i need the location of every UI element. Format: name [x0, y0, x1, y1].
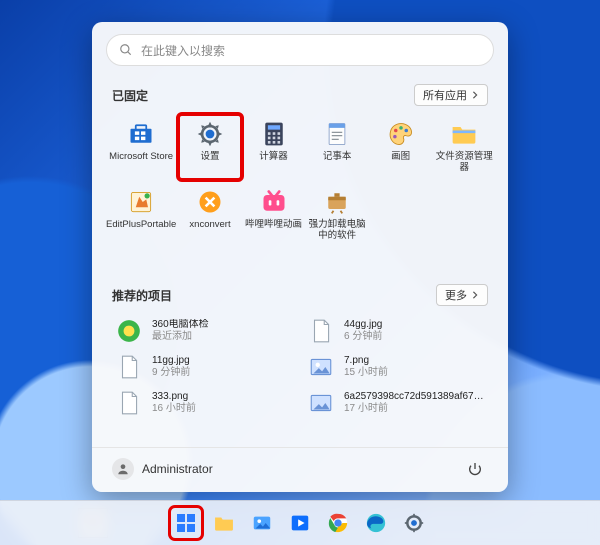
start-menu: 在此键入以搜索 已固定 所有应用 Microsoft Store 设置 计算器: [92, 22, 508, 492]
xnconvert-icon: [196, 188, 224, 216]
taskbar-movies[interactable]: [285, 508, 315, 538]
movies-icon: [289, 512, 311, 534]
chevron-right-icon: [471, 91, 479, 99]
start-footer: Administrator: [92, 447, 508, 492]
app-xnconvert[interactable]: xnconvert: [178, 182, 242, 248]
pinned-apps-grid: Microsoft Store 设置 计算器 记事本 画图: [92, 114, 508, 248]
settings-icon: [196, 120, 224, 148]
taskbar-chrome[interactable]: [323, 508, 353, 538]
ms-store-icon: [127, 120, 155, 148]
app-notepad[interactable]: 记事本: [305, 114, 369, 180]
more-button[interactable]: 更多: [436, 284, 488, 306]
reco-item-333png[interactable]: 333.png16 小时前: [114, 388, 290, 418]
paint-icon: [387, 120, 415, 148]
app-label: 文件资源管理器: [432, 152, 496, 174]
app-label: 哔哩哔哩动画: [243, 220, 304, 231]
reco-item-44gg[interactable]: 44gg.jpg6 分钟前: [306, 316, 486, 346]
reco-item-360[interactable]: 360电脑体检最近添加: [114, 316, 290, 346]
image-thumb-icon: [308, 390, 334, 416]
app-label: 计算器: [257, 152, 290, 163]
calculator-icon: [260, 120, 288, 148]
more-label: 更多: [445, 287, 467, 303]
image-file-icon: [116, 390, 142, 416]
reco-title: 333.png: [152, 391, 196, 404]
reco-sub: 17 小时前: [344, 403, 484, 416]
taskbar-file-explorer[interactable]: [209, 508, 239, 538]
windows-icon: [176, 513, 196, 533]
notepad-icon: [323, 120, 351, 148]
reco-title: 11gg.jpg: [152, 355, 190, 368]
uninstaller-icon: [323, 188, 351, 216]
reco-sub: 15 小时前: [344, 367, 388, 380]
taskbar-settings[interactable]: [399, 508, 429, 538]
reco-item-7png[interactable]: 7.png15 小时前: [306, 352, 486, 382]
taskbar-edge[interactable]: [361, 508, 391, 538]
reco-title: 44gg.jpg: [344, 319, 382, 332]
reco-sub: 16 小时前: [152, 403, 196, 416]
edge-icon: [365, 512, 387, 534]
pinned-heading: 已固定: [112, 87, 148, 104]
reco-sub: 9 分钟前: [152, 367, 190, 380]
app-label: 设置: [199, 152, 222, 163]
app-calculator[interactable]: 计算器: [242, 114, 306, 180]
app-label: 记事本: [321, 152, 354, 163]
reco-sub: 6 分钟前: [344, 331, 382, 344]
app-label: Microsoft Store: [107, 152, 175, 163]
user-button[interactable]: Administrator: [112, 458, 213, 480]
360-icon: [116, 318, 142, 344]
app-uninstaller[interactable]: 强力卸载电脑中的软件: [305, 182, 369, 248]
editplus-icon: [127, 188, 155, 216]
reco-sub: 最近添加: [152, 331, 209, 344]
recommended-header: 推荐的项目 更多: [92, 248, 508, 314]
reco-title: 360电脑体检: [152, 319, 209, 332]
gear-icon: [404, 513, 424, 533]
taskbar: [0, 500, 600, 545]
reco-item-longhash[interactable]: 6a2579398cc72d591389af679703f3...17 小时前: [306, 388, 486, 418]
app-label: EditPlusPortable: [104, 220, 178, 231]
image-file-icon: [116, 354, 142, 380]
reco-title: 6a2579398cc72d591389af679703f3...: [344, 391, 484, 404]
bilibili-icon: [260, 188, 288, 216]
app-microsoft-store[interactable]: Microsoft Store: [104, 114, 178, 180]
all-apps-label: 所有应用: [423, 87, 467, 103]
app-settings[interactable]: 设置: [178, 114, 242, 180]
folder-icon: [213, 512, 235, 534]
app-paint[interactable]: 画图: [369, 114, 433, 180]
avatar-icon: [112, 458, 134, 480]
app-label: 画图: [389, 152, 412, 163]
search-placeholder: 在此键入以搜索: [141, 42, 225, 59]
all-apps-button[interactable]: 所有应用: [414, 84, 488, 106]
app-file-explorer[interactable]: 文件资源管理器: [432, 114, 496, 180]
power-button[interactable]: [462, 456, 488, 482]
user-name: Administrator: [142, 462, 213, 476]
chevron-right-icon: [471, 291, 479, 299]
file-explorer-icon: [450, 120, 478, 148]
chrome-icon: [327, 512, 349, 534]
power-icon: [467, 461, 483, 477]
taskbar-photos[interactable]: [247, 508, 277, 538]
app-editplus[interactable]: EditPlusPortable: [104, 182, 178, 248]
app-label: xnconvert: [187, 220, 232, 231]
taskbar-start[interactable]: [171, 508, 201, 538]
image-thumb-icon: [308, 354, 334, 380]
pinned-header: 已固定 所有应用: [92, 66, 508, 114]
photos-icon: [251, 512, 273, 534]
app-bilibili[interactable]: 哔哩哔哩动画: [242, 182, 306, 248]
app-label: 强力卸载电脑中的软件: [305, 220, 369, 242]
image-file-icon: [308, 318, 334, 344]
reco-item-11gg[interactable]: 11gg.jpg9 分钟前: [114, 352, 290, 382]
reco-title: 7.png: [344, 355, 388, 368]
search-icon: [119, 43, 133, 57]
recommended-list: 360电脑体检最近添加 44gg.jpg6 分钟前 11gg.jpg9 分钟前 …: [92, 314, 508, 418]
recommended-heading: 推荐的项目: [112, 287, 172, 304]
search-input[interactable]: 在此键入以搜索: [106, 34, 494, 66]
